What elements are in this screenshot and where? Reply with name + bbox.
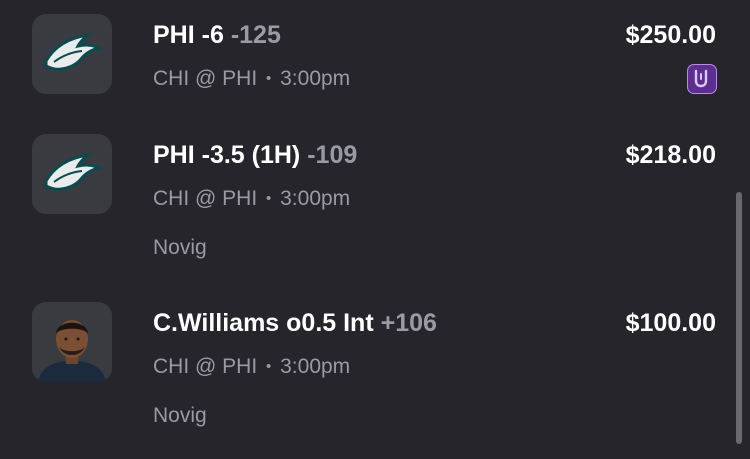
separator-dot: • bbox=[266, 190, 272, 207]
bet-pick-label: PHI -6 bbox=[153, 21, 224, 49]
bet-amount: $250.00 bbox=[625, 21, 716, 49]
player-headshot bbox=[32, 302, 112, 382]
separator-dot: • bbox=[266, 70, 272, 87]
matchup-text: CHI @ PHI bbox=[153, 67, 258, 90]
game-time: 3:00pm bbox=[280, 67, 351, 90]
bet-row[interactable]: PHI -3.5 (1H) -109 CHI @ PHI • 3:00pm No… bbox=[0, 120, 750, 290]
bet-amount: $100.00 bbox=[625, 309, 716, 337]
matchup-text: CHI @ PHI bbox=[153, 355, 258, 378]
sportsbook-badge-icon bbox=[687, 64, 717, 94]
bet-amount: $218.00 bbox=[625, 141, 716, 169]
bet-odds: -109 bbox=[307, 141, 358, 169]
bet-odds: +106 bbox=[380, 309, 437, 337]
eagles-logo-icon bbox=[32, 134, 112, 214]
sportsbook-label: Novig bbox=[153, 236, 207, 259]
bet-matchup: CHI @ PHI • 3:00pm bbox=[153, 187, 350, 211]
bet-pick-label: PHI -3.5 (1H) bbox=[153, 141, 301, 169]
bet-pick: PHI -6 -125 bbox=[153, 21, 281, 50]
bet-odds: -125 bbox=[230, 21, 281, 49]
scrollbar[interactable] bbox=[736, 192, 742, 444]
bet-pick: C.Williams o0.5 Int +106 bbox=[153, 309, 437, 338]
bet-matchup: CHI @ PHI • 3:00pm bbox=[153, 67, 350, 91]
separator-dot: • bbox=[266, 358, 272, 375]
bet-row[interactable]: PHI -6 -125 CHI @ PHI • 3:00pm $250.00 bbox=[0, 0, 750, 120]
bet-pick: PHI -3.5 (1H) -109 bbox=[153, 141, 357, 170]
bet-row[interactable]: C.Williams o0.5 Int +106 CHI @ PHI • 3:0… bbox=[0, 290, 750, 459]
bet-pick-label: C.Williams o0.5 Int bbox=[153, 309, 374, 337]
matchup-text: CHI @ PHI bbox=[153, 187, 258, 210]
game-time: 3:00pm bbox=[280, 355, 351, 378]
sportsbook-label: Novig bbox=[153, 404, 207, 427]
bet-matchup: CHI @ PHI • 3:00pm bbox=[153, 355, 350, 379]
eagles-logo-icon bbox=[32, 14, 112, 94]
game-time: 3:00pm bbox=[280, 187, 351, 210]
